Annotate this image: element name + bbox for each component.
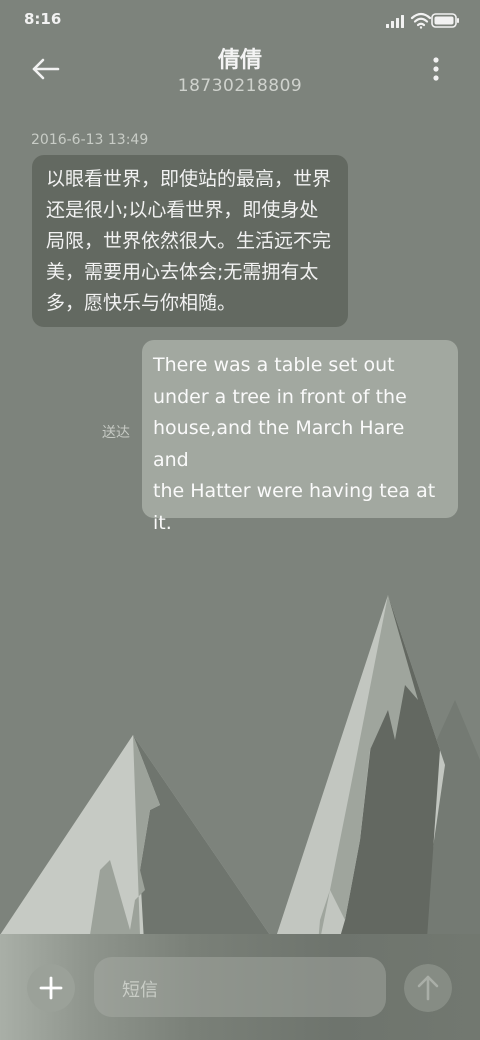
status-time: 8:16 [24, 10, 62, 28]
more-vertical-icon [433, 57, 439, 81]
contact-phone: 18730218809 [177, 76, 303, 96]
status-icons [386, 12, 459, 29]
send-button[interactable] [404, 964, 452, 1012]
message-timestamp: 2016-6-13 13:49 [31, 132, 149, 148]
outgoing-message-bubble[interactable]: There was a table set out under a tree i… [142, 340, 458, 534]
signal-icon [386, 15, 404, 28]
more-options-button[interactable] [426, 56, 446, 82]
battery-icon [431, 13, 459, 28]
incoming-message-bubble[interactable]: 以眼看世界，即使站的最高，世界 还是很小;以心看世界，即使身处 局限，世界依然很… [32, 155, 348, 327]
wifi-icon [410, 12, 432, 29]
contact-name: 倩倩 [217, 48, 262, 73]
add-attachment-button[interactable] [27, 964, 75, 1012]
message-input-placeholder: 短信 [122, 980, 158, 1001]
delivery-status: 送达 [102, 425, 130, 441]
